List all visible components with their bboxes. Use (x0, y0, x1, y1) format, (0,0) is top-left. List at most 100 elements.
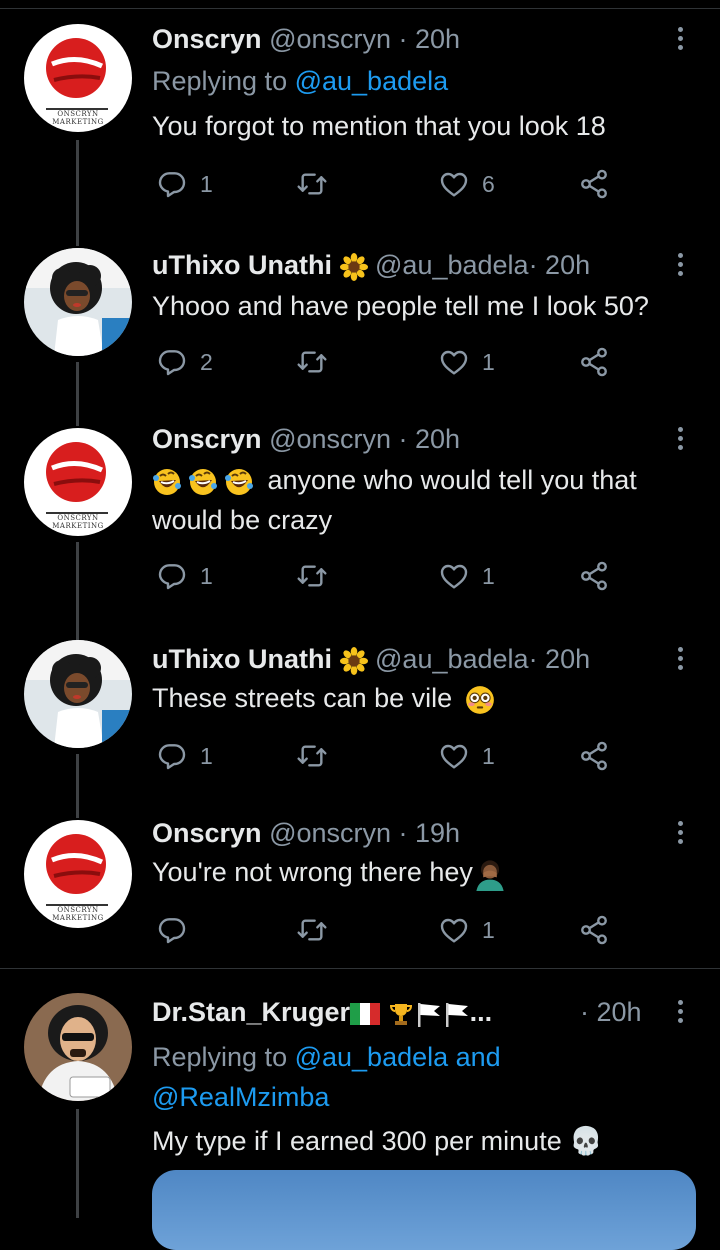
like-count: 6 (482, 170, 495, 197)
tweet-reply[interactable]: ONSCRYN MARKETING Onscryn @onscryn · 20h… (0, 0, 720, 230)
author-handle[interactable]: @onscryn (269, 24, 391, 54)
reply-button[interactable]: 1 (156, 164, 213, 204)
more-options-icon[interactable] (670, 248, 690, 282)
author-handle[interactable]: @au_badela (375, 644, 529, 674)
tweet-text: Yhooo and have people tell me I look 50? (152, 291, 649, 321)
retweet-button[interactable] (296, 342, 340, 382)
timestamp[interactable]: · 20h (580, 995, 642, 1029)
reply-count: 1 (200, 170, 213, 197)
retweet-button[interactable] (296, 556, 340, 596)
author-name[interactable]: Onscryn (152, 818, 262, 848)
tweet-header: Onscryn @onscryn · 20h (152, 422, 460, 456)
avatar[interactable] (24, 640, 132, 748)
like-button[interactable]: 6 (438, 164, 495, 204)
timestamp[interactable]: · 20h (529, 250, 591, 280)
avatar[interactable]: ONSCRYN MARKETING (24, 428, 132, 536)
thread-line (76, 230, 79, 246)
sunflower-icon (340, 253, 368, 281)
more-options-icon[interactable] (670, 816, 690, 850)
retweet-icon (296, 168, 328, 200)
thread-line (76, 410, 79, 426)
more-options-icon[interactable] (670, 22, 690, 56)
like-count: 1 (482, 348, 495, 375)
reply-icon (156, 168, 188, 200)
facepalm-emoji-icon (473, 857, 507, 891)
tweet-reply[interactable]: uThixo Unathi @au_badela· 20h These stre… (0, 640, 720, 810)
share-icon (578, 346, 610, 378)
white-flag-icon (442, 1000, 470, 1028)
share-button[interactable] (578, 910, 610, 950)
thread-line (76, 754, 79, 810)
reply-count: 1 (200, 742, 213, 769)
share-button[interactable] (578, 736, 610, 776)
like-button[interactable]: 1 (438, 556, 495, 596)
like-button[interactable]: 1 (438, 910, 495, 950)
avatar[interactable]: ONSCRYN MARKETING (24, 820, 132, 928)
retweet-icon (296, 740, 328, 772)
share-icon (578, 168, 610, 200)
thread-line (76, 810, 79, 818)
author-name-ellipsis: ... (469, 997, 493, 1027)
avatar[interactable] (24, 993, 132, 1101)
tweet-text: You forgot to mention that you look 18 (152, 111, 606, 141)
like-button[interactable]: 1 (438, 342, 495, 382)
author-handle[interactable]: @au_badela (375, 250, 529, 280)
more-options-icon[interactable] (670, 422, 690, 456)
more-options-icon[interactable] (670, 995, 690, 1029)
retweet-button[interactable] (296, 736, 340, 776)
tweet-text: My type if I earned 300 per minute 💀 (152, 1126, 603, 1156)
retweet-icon (296, 560, 328, 592)
share-icon (578, 560, 610, 592)
like-button[interactable]: 1 (438, 736, 495, 776)
reply-icon (156, 914, 188, 946)
rofl-emoji-icon (152, 467, 182, 497)
heart-icon (438, 346, 470, 378)
author-name[interactable]: uThixo Unathi (152, 644, 332, 674)
share-button[interactable] (578, 556, 610, 596)
reply-button[interactable]: 1 (156, 736, 213, 776)
replying-to-link[interactable]: @au_badela (295, 66, 449, 96)
tweet-media-image[interactable] (152, 1170, 696, 1250)
tweet-text: anyone who would tell you that would be … (152, 460, 692, 540)
share-button[interactable] (578, 164, 610, 204)
timestamp[interactable]: · 20h (529, 644, 591, 674)
avatar-caption: ONSCRYN MARKETING (52, 110, 104, 126)
avatar[interactable]: ONSCRYN MARKETING (24, 24, 132, 132)
tweet-text-body: These streets can be vile (152, 683, 453, 713)
heart-icon (438, 560, 470, 592)
author-name[interactable]: uThixo Unathi (152, 250, 332, 280)
like-count: 1 (482, 562, 495, 589)
avatar[interactable] (24, 248, 132, 356)
replying-prefix: Replying to (152, 66, 295, 96)
tweet-actions: 1 1 (152, 736, 622, 776)
replying-prefix: Replying to (152, 1042, 295, 1072)
author-name[interactable]: Onscryn (152, 424, 262, 454)
tweet-header: uThixo Unathi @au_badela· 20h (152, 248, 590, 282)
tweet-reply[interactable]: ONSCRYN MARKETING Onscryn @onscryn · 19h… (0, 810, 720, 968)
reply-button[interactable] (156, 910, 200, 950)
reply-icon (156, 346, 188, 378)
timestamp[interactable]: · 19h (399, 818, 461, 848)
author-handle[interactable]: @onscryn (269, 424, 391, 454)
retweet-button[interactable] (296, 164, 340, 204)
more-options-icon[interactable] (670, 642, 690, 676)
author-handle[interactable]: @onscryn (269, 818, 391, 848)
reply-icon (156, 560, 188, 592)
reply-button[interactable]: 2 (156, 342, 213, 382)
tweet-header: Onscryn @onscryn · 20h (152, 22, 460, 56)
timestamp[interactable]: · 20h (399, 424, 461, 454)
retweet-button[interactable] (296, 910, 340, 950)
tweet-header: Onscryn @onscryn · 19h (152, 816, 460, 850)
share-button[interactable] (578, 342, 610, 382)
tweet-text: You're not wrong there hey (152, 852, 702, 892)
reply-button[interactable]: 1 (156, 556, 213, 596)
thread-line (76, 362, 79, 410)
tweet-text: These streets can be vile (152, 678, 702, 718)
rofl-emoji-icon (188, 467, 218, 497)
author-name[interactable]: Onscryn (152, 24, 262, 54)
tweet-reply[interactable]: uThixo Unathi @au_badela· 20h Yhooo and … (0, 230, 720, 410)
author-name[interactable]: Dr.Stan_Kruger (152, 997, 350, 1027)
tweet-reply[interactable]: ONSCRYN MARKETING Onscryn @onscryn · 20h… (0, 410, 720, 640)
trophy-icon (388, 1001, 414, 1027)
timestamp[interactable]: · 20h (399, 24, 461, 54)
